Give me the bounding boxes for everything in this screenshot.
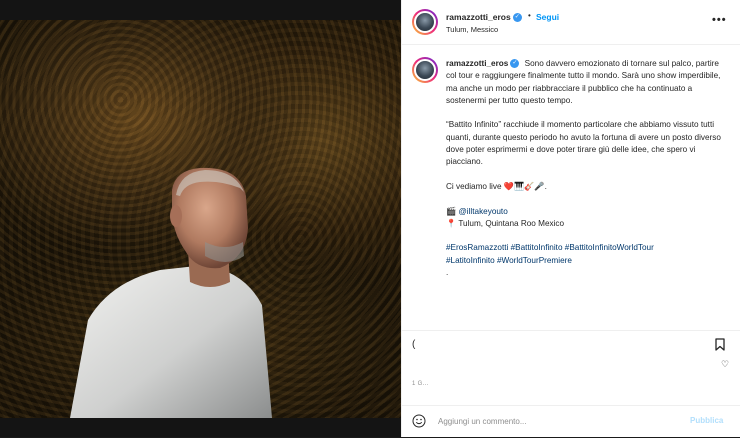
post-location[interactable]: Tulum, Messico (446, 25, 498, 34)
publish-button[interactable]: Pubblica (690, 416, 723, 425)
hashtags-line-1[interactable]: #ErosRamazzotti #BattitoInfinito #Battit… (446, 243, 654, 252)
comment-icon[interactable]: ( (412, 339, 415, 350)
post-photo[interactable] (0, 20, 401, 418)
caption-paragraph-3: Ci vediamo live ❤️🎹🎸🎤. (446, 181, 547, 191)
caption-credit: 🎬 @illtakeyouto (446, 206, 731, 218)
caption-avatar[interactable] (412, 57, 438, 83)
more-options-icon[interactable]: ••• (712, 14, 727, 26)
post-header: ramazzotti_eros ✓ • Segui Tulum, Messico … (402, 0, 740, 45)
man-figure (70, 167, 272, 418)
separator-dot: • (528, 11, 531, 20)
hashtags-line-2[interactable]: #LatitoInfinito #WorldTourPremiere (446, 256, 572, 265)
caption-place: 📍 Tulum, Quintana Roo Mexico (446, 218, 731, 230)
author-avatar[interactable] (412, 9, 438, 35)
bookmark-icon[interactable] (715, 338, 725, 351)
post-actions: ( (402, 330, 740, 359)
post-caption: ramazzotti_eros ✓ Sono davvero emozionato… (446, 58, 731, 279)
caption-verified-badge-icon: ✓ (510, 59, 520, 69)
comment-bar: Pubblica (402, 405, 740, 438)
caption-trailing-dot: . (446, 268, 449, 278)
caption-paragraph-2: “Battito Infinito” racchiude il momento … (446, 120, 721, 167)
follow-button[interactable]: Segui (536, 12, 559, 22)
caption-area: ramazzotti_eros ✓ Sono davvero emozionato… (402, 45, 740, 369)
caption-hashtags: #ErosRamazzotti #BattitoInfinito #Battit… (446, 242, 731, 279)
author-username[interactable]: ramazzotti_eros ✓ (446, 12, 522, 23)
caption-username[interactable]: ramazzotti_eros ✓ (446, 59, 520, 69)
emoji-icon[interactable] (412, 414, 426, 428)
place-text: Tulum, Quintana Roo Mexico (458, 218, 565, 228)
credit-mention-link[interactable]: @illtakeyouto (458, 207, 507, 216)
comment-input[interactable] (438, 414, 678, 428)
clapperboard-icon: 🎬 (446, 206, 457, 216)
comment-like-heart-icon[interactable]: ♡ (721, 359, 729, 370)
pin-icon: 📍 (446, 218, 457, 228)
top-letterbox (0, 0, 401, 20)
post-side-panel: ramazzotti_eros ✓ • Segui Tulum, Messico … (401, 0, 740, 437)
verified-badge-icon: ✓ (512, 13, 522, 23)
bottom-letterbox (0, 418, 401, 437)
post-date: 1 G... (412, 381, 429, 387)
caption-paragraph-1: ramazzotti_eros ✓ Sono davvero emozionato… (446, 58, 731, 107)
